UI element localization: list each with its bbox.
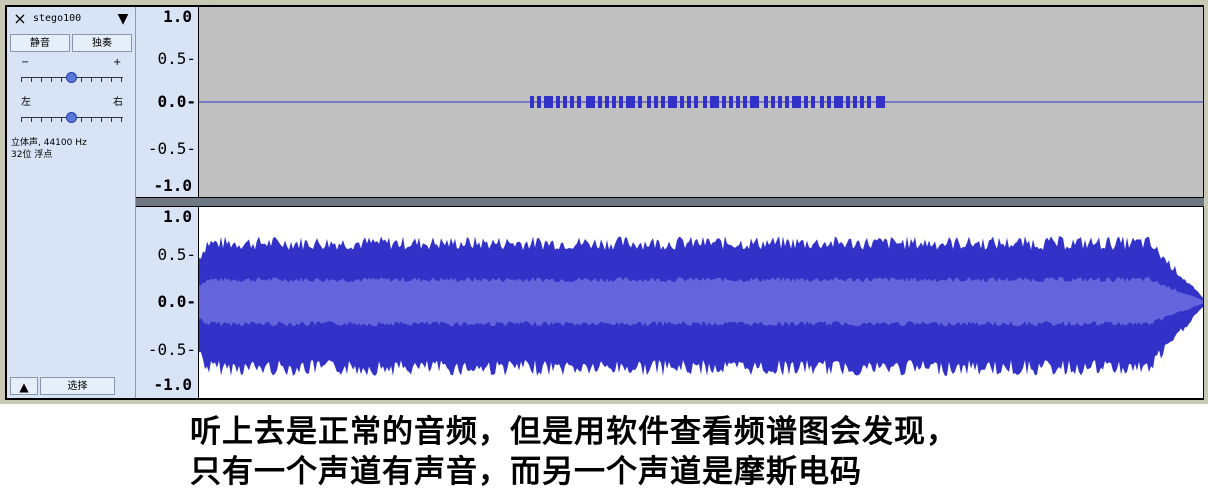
- gain-plus-label: +: [113, 57, 122, 68]
- ruler-tick-label: 0.5-: [157, 49, 196, 68]
- morse-burst: [626, 96, 635, 108]
- morse-burst: [853, 96, 857, 108]
- ruler-tick-label: 1.0: [163, 207, 192, 226]
- morse-burst: [563, 96, 567, 108]
- morse-burst: [680, 96, 684, 108]
- morse-burst: [537, 96, 541, 108]
- track-control-panel: × stego100 ▼ 静音 独奏 − + 左 右 立体声, 44100 Hz…: [7, 7, 136, 398]
- morse-burst: [792, 96, 801, 108]
- morse-burst: [743, 96, 747, 108]
- morse-burst: [764, 96, 768, 108]
- morse-burst: [544, 96, 553, 108]
- morse-burst: [619, 96, 623, 108]
- ruler-tick-label: -1.0: [153, 375, 192, 394]
- morse-burst: [654, 96, 658, 108]
- vertical-ruler-bottom: 1.0 0.5- 0.0- -0.5- -1.0: [136, 207, 199, 398]
- morse-burst: [867, 96, 871, 108]
- morse-burst: [556, 96, 560, 108]
- gain-slider[interactable]: [21, 72, 123, 84]
- gain-minus-label: −: [21, 57, 30, 68]
- morse-burst: [827, 96, 831, 108]
- morse-burst: [647, 96, 651, 108]
- morse-burst: [703, 96, 707, 108]
- pan-slider-knob[interactable]: [66, 112, 77, 123]
- vertical-ruler-top: 1.0 0.5- 0.0- -0.5- -1.0: [136, 7, 199, 197]
- pan-left-label: 左: [21, 97, 31, 108]
- pan-right-label: 右: [113, 97, 123, 108]
- caption: 听上去是正常的音频，但是用软件查看频谱图会发现， 只有一个声道有声音，而另一个声…: [190, 412, 1190, 492]
- caption-line-1: 听上去是正常的音频，但是用软件查看频谱图会发现，: [190, 414, 958, 450]
- collapse-track-button[interactable]: ▲: [10, 377, 38, 395]
- ruler-tick-label: -1.0: [153, 176, 192, 195]
- music-waveform: [199, 236, 1203, 376]
- morse-burst: [586, 96, 595, 108]
- morse-burst: [785, 96, 789, 108]
- ruler-tick-label: 0.5-: [157, 245, 196, 264]
- ruler-tick-label: -0.5-: [147, 340, 196, 359]
- morse-burst: [811, 96, 815, 108]
- select-button[interactable]: 选择: [40, 377, 115, 395]
- morse-burst: [722, 96, 726, 108]
- morse-burst: [612, 96, 616, 108]
- ruler-tick-label: 0.0-: [157, 92, 196, 111]
- morse-burst: [570, 96, 574, 108]
- morse-burst: [771, 96, 775, 108]
- morse-burst: [876, 96, 885, 108]
- morse-burst: [834, 96, 843, 108]
- morse-burst: [577, 96, 581, 108]
- mute-button[interactable]: 静音: [10, 34, 70, 52]
- pan-slider[interactable]: [21, 112, 123, 124]
- morse-waveform: [199, 96, 1203, 108]
- morse-burst: [729, 96, 733, 108]
- morse-burst: [860, 96, 864, 108]
- left-channel-waveform[interactable]: [199, 7, 1203, 197]
- ruler-tick-label: -0.5-: [147, 139, 196, 158]
- caption-line-2: 只有一个声道有声音，而另一个声道是摩斯电码: [190, 454, 862, 490]
- chevron-down-icon[interactable]: ▼: [115, 11, 131, 27]
- morse-burst: [530, 96, 534, 108]
- morse-burst: [694, 96, 698, 108]
- morse-burst: [820, 96, 824, 108]
- morse-burst: [778, 96, 782, 108]
- morse-burst: [638, 96, 642, 108]
- solo-button[interactable]: 独奏: [72, 34, 132, 52]
- morse-burst: [846, 96, 850, 108]
- morse-burst: [661, 96, 665, 108]
- morse-burst: [750, 96, 759, 108]
- morse-burst: [804, 96, 808, 108]
- right-channel-waveform[interactable]: [199, 207, 1203, 398]
- morse-burst: [605, 96, 609, 108]
- morse-burst: [736, 96, 740, 108]
- morse-burst: [710, 96, 719, 108]
- gain-slider-knob[interactable]: [66, 72, 77, 83]
- track-name-menu[interactable]: stego100: [33, 10, 105, 28]
- morse-burst: [668, 96, 677, 108]
- channel-separator[interactable]: [136, 198, 1204, 206]
- track-format-info: 立体声, 44100 Hz 32位 浮点: [11, 138, 87, 160]
- ruler-tick-label: 1.0: [163, 7, 192, 26]
- waveform-rms: [199, 276, 1203, 327]
- ruler-tick-label: 0.0-: [157, 292, 196, 311]
- close-track-icon[interactable]: ×: [10, 10, 30, 28]
- morse-burst: [687, 96, 691, 108]
- morse-burst: [598, 96, 602, 108]
